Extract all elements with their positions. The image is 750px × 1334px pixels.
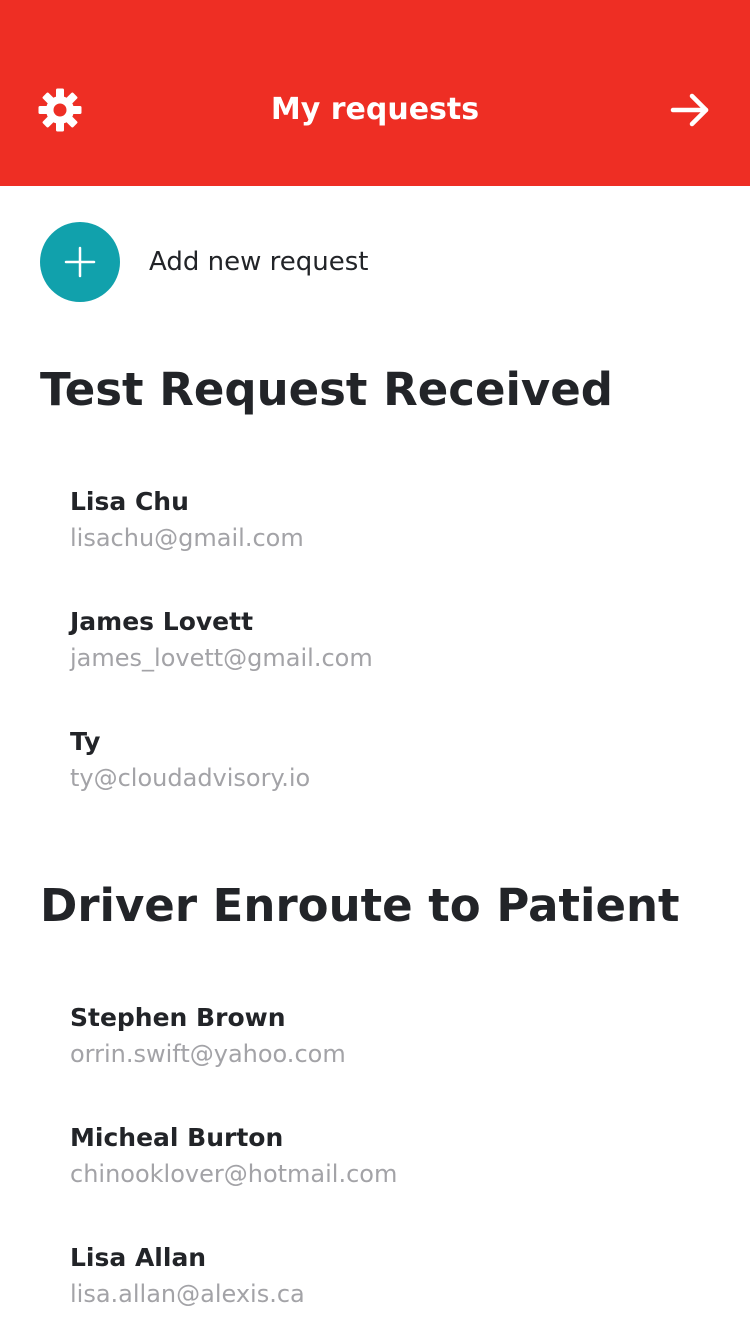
list-item[interactable]: Ty ty@cloudadvisory.io xyxy=(70,724,710,814)
plus-icon xyxy=(40,222,120,302)
page-title: My requests xyxy=(270,92,480,127)
add-button-circle[interactable] xyxy=(40,222,120,302)
section-title-test-request-received: Test Request Received xyxy=(40,363,613,416)
person-name: James Lovett xyxy=(70,607,254,636)
add-new-request-button[interactable]: Add new request xyxy=(40,222,460,302)
section-title-driver-enroute: Driver Enroute to Patient xyxy=(40,879,680,932)
person-name: Ty xyxy=(70,727,101,756)
person-email: ty@cloudadvisory.io xyxy=(70,764,311,792)
person-name: Lisa Chu xyxy=(70,487,189,516)
person-email: james_lovett@gmail.com xyxy=(70,644,373,672)
list-item[interactable]: James Lovett james_lovett@gmail.com xyxy=(70,604,710,694)
person-name: Micheal Burton xyxy=(70,1123,284,1152)
add-new-request-label: Add new request xyxy=(149,247,369,277)
list-item[interactable]: Stephen Brown orrin.swift@yahoo.com xyxy=(70,1000,710,1090)
app-header: My requests xyxy=(0,0,750,186)
person-email: lisa.allan@alexis.ca xyxy=(70,1280,305,1308)
arrow-right-icon xyxy=(666,86,714,134)
requests-screen: My requests Add new request Test Request… xyxy=(0,0,750,1334)
person-email: lisachu@gmail.com xyxy=(70,524,304,552)
person-email: orrin.swift@yahoo.com xyxy=(70,1040,346,1068)
list-item[interactable]: Lisa Chu lisachu@gmail.com xyxy=(70,484,710,574)
person-name: Lisa Allan xyxy=(70,1243,207,1272)
next-button[interactable] xyxy=(666,86,714,134)
list-item[interactable]: Lisa Allan lisa.allan@alexis.ca xyxy=(70,1240,710,1330)
person-email: chinooklover@hotmail.com xyxy=(70,1160,398,1188)
list-item[interactable]: Micheal Burton chinooklover@hotmail.com xyxy=(70,1120,710,1210)
person-name: Stephen Brown xyxy=(70,1003,286,1032)
